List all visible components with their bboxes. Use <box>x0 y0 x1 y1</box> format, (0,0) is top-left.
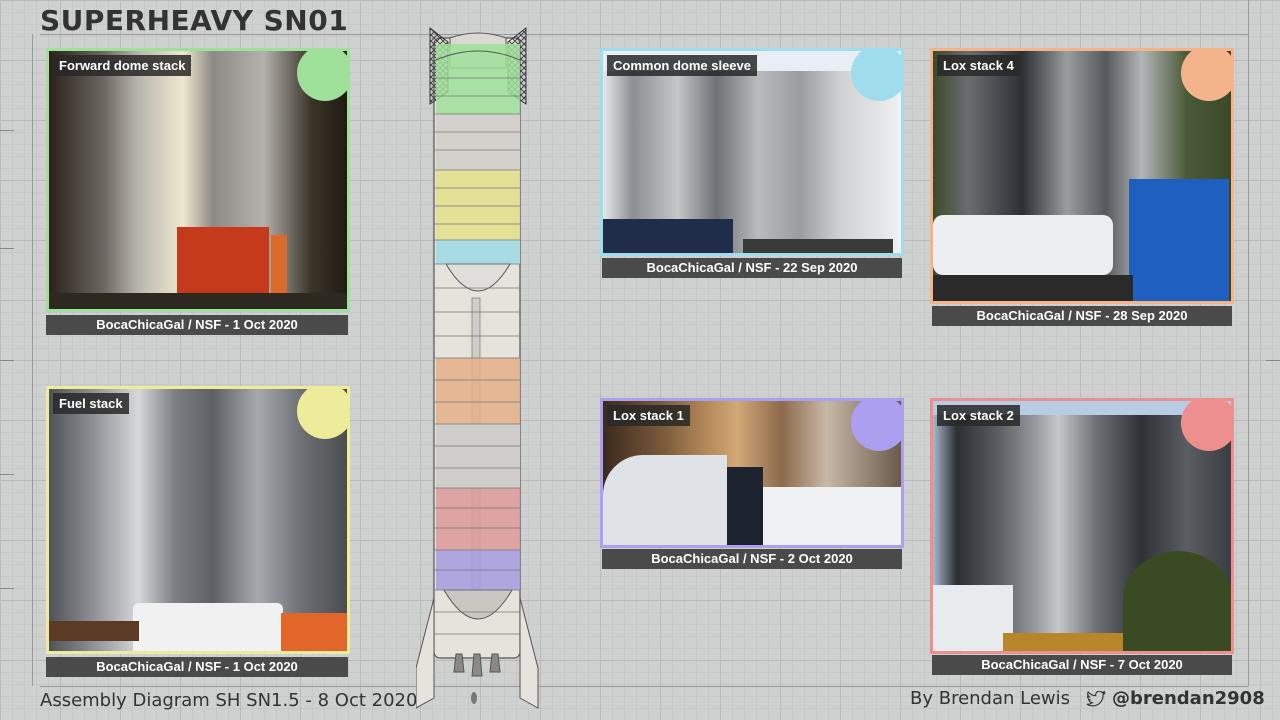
machine-shape <box>603 219 733 253</box>
lift-shape <box>1129 179 1229 301</box>
photo-label: Lox stack 2 <box>937 405 1020 426</box>
photo-label: Lox stack 4 <box>937 55 1020 76</box>
ruler-tick <box>0 474 14 475</box>
author-credit: By Brendan Lewis <box>910 688 1071 709</box>
rocket-diagram <box>416 26 539 709</box>
generator-shape <box>727 467 763 545</box>
color-key-dot <box>851 401 901 451</box>
photo-caption: BocaChicaGal / NSF - 7 Oct 2020 <box>932 655 1232 675</box>
container-shape <box>933 585 1013 651</box>
pallet-shape <box>49 621 139 641</box>
base-shape <box>743 239 893 253</box>
ruler-tick <box>0 360 14 361</box>
twitter-handle-text: @brendan2908 <box>1112 688 1265 709</box>
truck-chassis-shape <box>933 275 1133 301</box>
photo-caption: BocaChicaGal / NSF - 22 Sep 2020 <box>602 258 902 278</box>
color-key-dot <box>1181 51 1231 101</box>
color-key-dot <box>297 51 347 101</box>
photo-lox-stack-1: Lox stack 1 <box>600 398 904 548</box>
equipment-shape <box>281 613 347 651</box>
photo-common-dome-sleeve: Common dome sleeve <box>600 48 904 256</box>
diagram-caption: Assembly Diagram SH SN1.5 - 8 Oct 2020 <box>40 690 418 711</box>
frame-left-line <box>32 34 33 686</box>
truck-shape <box>133 603 283 651</box>
photo-label: Forward dome stack <box>53 55 192 76</box>
ruler-tick <box>0 588 14 589</box>
color-key-dot <box>297 389 347 439</box>
frame-right-line <box>1248 0 1249 686</box>
ground-shape <box>49 293 347 309</box>
photo-label: Lox stack 1 <box>607 405 690 426</box>
photo-label: Common dome sleeve <box>607 55 757 76</box>
ruler-tick <box>1266 360 1280 361</box>
twitter-bird-icon <box>1086 690 1106 706</box>
color-key-dot <box>1181 401 1231 451</box>
twitter-handle[interactable]: @brendan2908 <box>1086 688 1265 709</box>
tank-shape <box>603 455 727 545</box>
photo-caption: BocaChicaGal / NSF - 2 Oct 2020 <box>602 549 902 569</box>
photo-caption: BocaChicaGal / NSF - 1 Oct 2020 <box>46 657 348 677</box>
photo-caption: BocaChicaGal / NSF - 28 Sep 2020 <box>932 306 1232 326</box>
frame-bottom-line <box>40 686 1248 687</box>
ruler-tick <box>0 130 14 131</box>
color-key-dot <box>851 51 901 101</box>
trailer-tank-shape <box>933 215 1113 275</box>
palm-shape <box>1123 551 1231 651</box>
photo-caption: BocaChicaGal / NSF - 1 Oct 2020 <box>46 315 348 335</box>
photo-lox-stack-4: Lox stack 4 <box>930 48 1234 304</box>
ruler-tick <box>0 248 14 249</box>
photo-lox-stack-2: Lox stack 2 <box>930 398 1234 654</box>
photo-fuel-stack: Fuel stack <box>46 386 350 654</box>
generator-shape <box>763 487 901 545</box>
photo-forward-dome-stack: Forward dome stack <box>46 48 350 312</box>
page-title: SUPERHEAVY SN01 <box>40 4 349 37</box>
photo-label: Fuel stack <box>53 393 129 414</box>
